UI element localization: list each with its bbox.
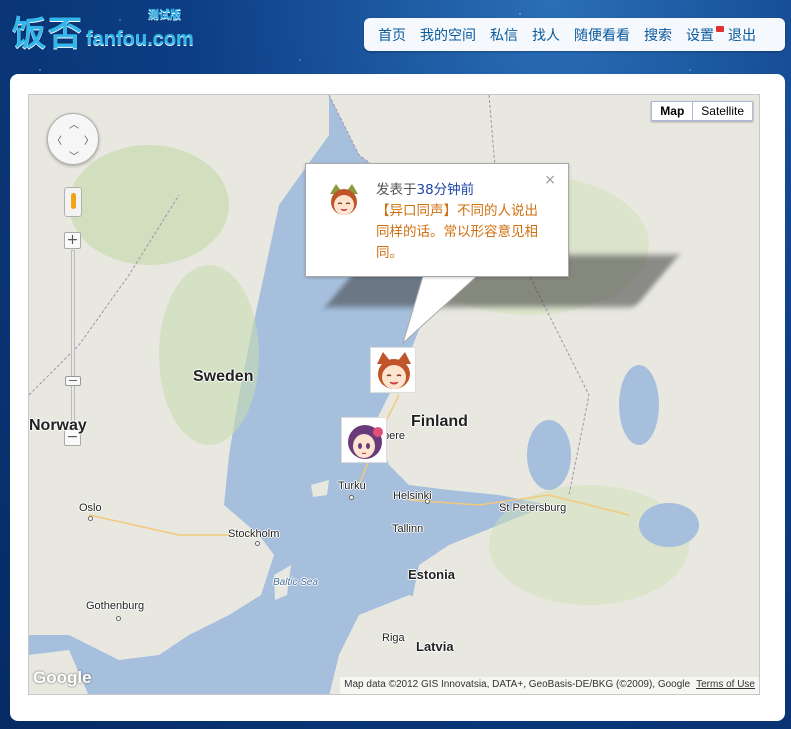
map-type-toggle: Map Satellite <box>651 101 753 121</box>
label-helsinki: Helsinki <box>393 490 432 502</box>
zoom-control: + − <box>64 232 82 446</box>
avatar-girl-icon <box>342 418 386 462</box>
map-view[interactable]: Map Satellite ︿ ﹀ 〈 〉 + − Sweden Norway … <box>28 94 760 695</box>
nav-settings-label: 设置 <box>686 27 714 44</box>
label-riga: Riga <box>382 632 405 644</box>
nav-messages[interactable]: 私信 <box>490 25 518 45</box>
label-norway: Norway <box>29 417 87 434</box>
attribution-text: Map data ©2012 GIS Innovatsia, DATA+, Ge… <box>344 679 691 690</box>
nav-search[interactable]: 搜索 <box>644 25 672 45</box>
pan-control[interactable]: ︿ ﹀ 〈 〉 <box>47 113 99 165</box>
label-finland: Finland <box>411 413 468 430</box>
logo-chinese: 饭否 <box>12 14 84 54</box>
city-dot <box>349 495 354 500</box>
label-baltic-sea: Baltic Sea <box>273 577 319 588</box>
map-marker-avatar[interactable] <box>370 347 416 393</box>
avatar-girl-icon <box>371 348 415 392</box>
zoom-in-button[interactable]: + <box>64 232 81 249</box>
label-sweden: Sweden <box>193 368 254 385</box>
post-message: 【异口同声】不同的人说出同样的话。常以形容意见相同。 <box>376 203 538 261</box>
map-attribution: Map data ©2012 GIS Innovatsia, DATA+, Ge… <box>340 677 759 694</box>
notification-dot <box>716 25 724 32</box>
street-view-pegman-icon[interactable] <box>64 187 82 217</box>
top-nav: 首页 我的空间 私信 找人 随便看看 搜索 设置 退出 <box>364 18 785 51</box>
map-type-map-button[interactable]: Map <box>652 102 694 120</box>
avatar-girl-icon <box>324 180 364 220</box>
logo-english: fanfou.com <box>86 28 194 50</box>
bubble-avatar[interactable] <box>324 180 364 220</box>
map-marker-avatar[interactable] <box>341 417 387 463</box>
label-tallinn: Tallinn <box>392 523 424 535</box>
bubble-text: 发表于38分钟前 【异口同声】不同的人说出同样的话。常以形容意见相同。 <box>376 180 546 264</box>
label-stockholm: Stockholm <box>228 528 280 540</box>
nav-home[interactable]: 首页 <box>378 25 406 45</box>
pan-down-icon[interactable]: ﹀ <box>69 148 79 163</box>
bubble-tail <box>402 275 479 345</box>
label-st-petersburg: St Petersburg <box>499 502 567 514</box>
label-estonia: Estonia <box>408 567 455 582</box>
nav-logout[interactable]: 退出 <box>728 25 756 45</box>
city-dot <box>116 616 121 621</box>
post-meta: 发表于38分钟前 <box>376 182 474 198</box>
pan-left-icon[interactable]: 〈 <box>52 132 62 147</box>
post-time-prefix: 发表于 <box>376 182 417 198</box>
post-time-link[interactable]: 38分钟前 <box>417 182 475 198</box>
pan-right-icon[interactable]: 〉 <box>84 132 94 147</box>
nav-my-space[interactable]: 我的空间 <box>420 25 476 45</box>
city-dot <box>255 541 260 546</box>
city-dot <box>88 516 93 521</box>
terms-of-use-link[interactable]: Terms of Use <box>696 679 755 690</box>
label-latvia: Latvia <box>416 639 454 654</box>
pan-up-icon[interactable]: ︿ <box>69 116 79 131</box>
zoom-slider-thumb[interactable] <box>65 376 81 386</box>
map-type-satellite-button[interactable]: Satellite <box>693 102 752 120</box>
google-logo[interactable]: Google <box>33 668 92 688</box>
zoom-slider-track[interactable] <box>71 250 75 428</box>
info-window: × 发表于38分钟前 【异口同声】不同的人说出同样的话。常以形容意见相同。 <box>305 163 569 277</box>
nav-browse[interactable]: 随便看看 <box>574 25 630 45</box>
label-turku: Turku <box>338 480 366 492</box>
label-oslo: Oslo <box>79 502 102 514</box>
close-icon[interactable]: × <box>544 172 556 188</box>
nav-settings[interactable]: 设置 <box>686 25 724 45</box>
logo-beta-badge: 测试版 <box>148 8 181 21</box>
nav-find-people[interactable]: 找人 <box>532 25 560 45</box>
label-gothenburg: Gothenburg <box>86 600 145 612</box>
